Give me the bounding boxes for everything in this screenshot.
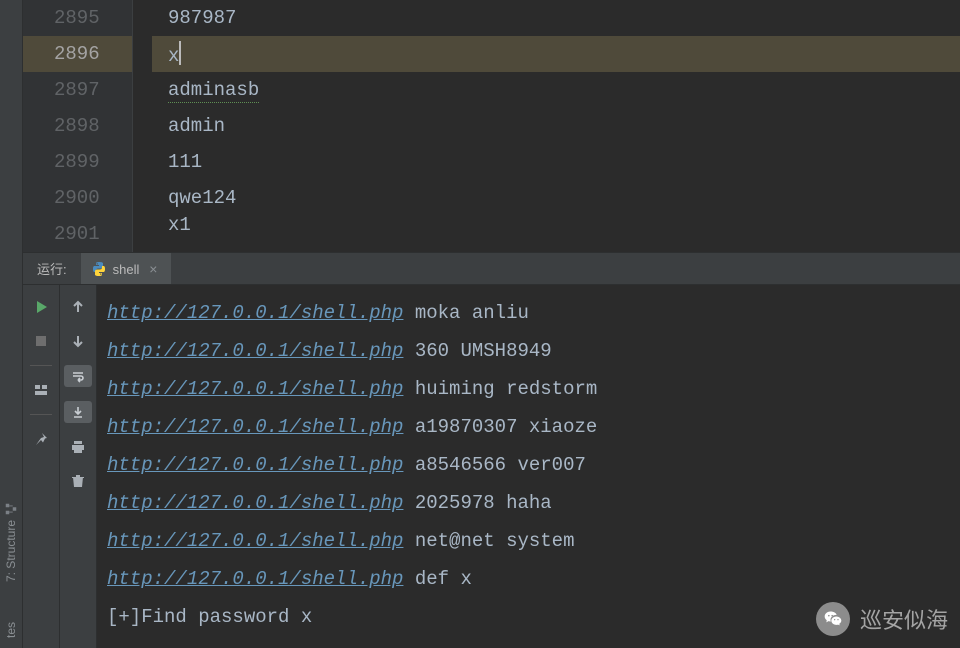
gutter-line-number: 2901 (23, 223, 132, 245)
code-line[interactable]: 111 (152, 151, 202, 173)
gutter-line-number: 2896 (23, 43, 132, 65)
console-text: huiming redstorm (403, 378, 597, 400)
editor-code-area[interactable]: 987987 x adminasb admin 111 qwe124 x1 (133, 0, 960, 252)
code-line[interactable]: qwe124 (152, 187, 236, 209)
console-text: moka anliu (403, 302, 528, 324)
wechat-icon (816, 602, 850, 636)
tab-label: shell (113, 262, 140, 277)
console-url[interactable]: http://127.0.0.1/shell.php (107, 340, 403, 362)
code-line[interactable]: 987987 (152, 7, 236, 29)
stop-icon[interactable] (29, 331, 53, 351)
tab-shell[interactable]: shell × (81, 253, 172, 284)
code-line[interactable]: admin (152, 115, 225, 137)
print-icon[interactable] (66, 437, 90, 457)
gutter-line-number: 2895 (23, 7, 132, 29)
run-label: 运行: (23, 259, 81, 278)
run-toolbar-left (23, 285, 60, 648)
console-url[interactable]: http://127.0.0.1/shell.php (107, 530, 403, 552)
console-url[interactable]: http://127.0.0.1/shell.php (107, 302, 403, 324)
console-output[interactable]: http://127.0.0.1/shell.php moka anliuhtt… (97, 285, 960, 648)
run-toolwindow-body: http://127.0.0.1/shell.php moka anliuhtt… (23, 285, 960, 648)
trash-icon[interactable] (66, 471, 90, 491)
code-line[interactable]: x1 (152, 216, 191, 234)
separator (30, 365, 52, 366)
console-text: a19870307 xiaoze (403, 416, 597, 438)
layout-icon[interactable] (29, 380, 53, 400)
separator (30, 414, 52, 415)
down-icon[interactable] (66, 331, 90, 351)
structure-tool-icon[interactable] (4, 502, 18, 516)
console-text: net@net system (403, 530, 574, 552)
play-icon[interactable] (29, 297, 53, 317)
favorites-partial-label[interactable]: tes (4, 622, 18, 638)
console-url[interactable]: http://127.0.0.1/shell.php (107, 378, 403, 400)
gutter-line-number: 2898 (23, 115, 132, 137)
run-toolwindow-header: 运行: shell × (23, 252, 960, 285)
gutter-line-number: 2900 (23, 187, 132, 209)
gutter-line-number: 2897 (23, 79, 132, 101)
code-line[interactable]: adminasb (152, 79, 259, 101)
watermark-text: 巡安似海 (860, 603, 948, 635)
run-toolbar-right (60, 285, 97, 648)
console-url[interactable]: http://127.0.0.1/shell.php (107, 454, 403, 476)
watermark: 巡安似海 (816, 602, 948, 636)
gutter-line-number: 2899 (23, 151, 132, 173)
code-line[interactable]: x (152, 41, 181, 67)
console-text: a8546566 ver007 (403, 454, 585, 476)
text-caret (179, 41, 181, 65)
scroll-to-end-icon[interactable] (64, 401, 92, 423)
soft-wrap-icon[interactable] (64, 365, 92, 387)
console-text: 2025978 haha (403, 492, 551, 514)
console-url[interactable]: http://127.0.0.1/shell.php (107, 568, 403, 590)
up-icon[interactable] (66, 297, 90, 317)
editor-gutter: 2895 2896 2897 2898 2899 2900 2901 (23, 0, 133, 252)
structure-toolwindow-label[interactable]: 7: Structure (4, 520, 18, 582)
python-icon (91, 261, 107, 277)
close-icon[interactable]: × (145, 261, 161, 277)
console-text: def x (403, 568, 471, 590)
console-url[interactable]: http://127.0.0.1/shell.php (107, 492, 403, 514)
pin-icon[interactable] (29, 429, 53, 449)
editor: 2895 2896 2897 2898 2899 2900 2901 987987 x admi… (23, 0, 960, 252)
left-toolwindow-strip: 7: Structure tes (0, 0, 23, 648)
console-text: 360 UMSH8949 (403, 340, 551, 362)
console-url[interactable]: http://127.0.0.1/shell.php (107, 416, 403, 438)
